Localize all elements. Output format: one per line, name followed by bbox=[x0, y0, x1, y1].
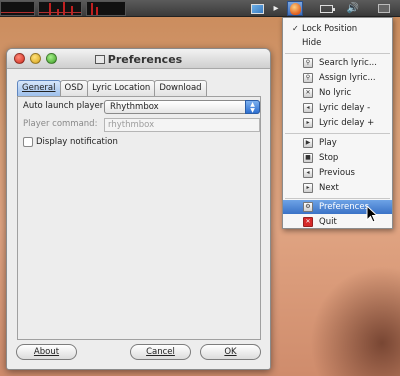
tab-download[interactable]: Download bbox=[154, 80, 207, 96]
menu-item-label: Play bbox=[319, 138, 337, 148]
checkbox-box[interactable] bbox=[23, 137, 33, 147]
window-title-text: Preferences bbox=[107, 53, 183, 66]
auto-launch-player-select[interactable]: Rhythmbox ▲ ▼ bbox=[104, 100, 260, 114]
system-monitor-graph[interactable] bbox=[86, 1, 126, 16]
title-bar[interactable]: Preferences bbox=[7, 49, 270, 69]
graph-line bbox=[1, 12, 34, 13]
button-label: Cancel bbox=[146, 347, 175, 357]
volume-icon[interactable]: 🔊 bbox=[345, 1, 361, 16]
forward-icon: ▸ bbox=[303, 118, 313, 128]
menu-item-label: Quit bbox=[319, 217, 337, 227]
graph-spike bbox=[63, 2, 65, 15]
mouse-cursor-icon bbox=[366, 205, 379, 223]
menu-item-assign-lyric[interactable]: ⚲ Assign lyric... bbox=[283, 71, 392, 85]
rewind-icon: ◂ bbox=[303, 103, 313, 113]
menu-item-no-lyric[interactable]: ✕ No lyric bbox=[283, 86, 392, 100]
top-panel: ▸ 🔊 bbox=[0, 0, 400, 17]
select-value: Rhythmbox bbox=[110, 102, 159, 112]
system-monitor-graph[interactable] bbox=[0, 1, 35, 16]
menu-item-label: Lyric delay - bbox=[319, 103, 371, 113]
menu-item-hide[interactable]: Hide bbox=[283, 36, 392, 50]
no-lyric-icon: ✕ bbox=[303, 88, 313, 98]
menu-item-label: No lyric bbox=[319, 88, 352, 98]
menu-item-next[interactable]: ▸ Next bbox=[283, 181, 392, 195]
arrow-icon[interactable]: ▸ bbox=[268, 1, 284, 16]
menu-item-label: Search lyric... bbox=[319, 58, 377, 68]
graph-line bbox=[39, 12, 81, 13]
play-icon: ▶ bbox=[303, 138, 313, 148]
menu-item-label: Next bbox=[319, 183, 339, 193]
menu-item-search-lyric[interactable]: ⚲ Search lyric... bbox=[283, 56, 392, 70]
graph-spike bbox=[96, 7, 98, 15]
checkbox-label: Display notification bbox=[36, 137, 118, 147]
tab-label: Lyric Location bbox=[92, 83, 151, 93]
previous-icon: ◂ bbox=[303, 168, 313, 178]
menu-item-lyric-delay-plus[interactable]: ▸ Lyric delay + bbox=[283, 116, 392, 130]
menu-item-label: Hide bbox=[302, 38, 322, 48]
menu-separator bbox=[285, 133, 390, 134]
window-icon bbox=[94, 55, 105, 64]
tray-context-menu: ✓ Lock Position Hide ⚲ Search lyric... ⚲… bbox=[282, 17, 393, 229]
mail-icon[interactable] bbox=[376, 1, 392, 16]
graph-spike bbox=[49, 3, 51, 15]
system-monitor-graph[interactable] bbox=[38, 1, 82, 16]
updown-arrow-icon: ▲ ▼ bbox=[245, 100, 260, 114]
auto-launch-label: Auto launch player: bbox=[23, 101, 106, 111]
button-label: OK bbox=[224, 347, 237, 357]
menu-item-label: Previous bbox=[319, 168, 355, 178]
tab-osd[interactable]: OSD bbox=[59, 80, 89, 96]
preferences-icon: ⚙ bbox=[303, 202, 313, 212]
player-command-label: Player command: bbox=[23, 119, 98, 129]
menu-separator bbox=[285, 53, 390, 54]
tab-label: OSD bbox=[64, 83, 84, 93]
menu-separator bbox=[285, 198, 390, 199]
tab-label: Download bbox=[159, 83, 202, 93]
battery-icon[interactable] bbox=[318, 1, 335, 16]
ok-button[interactable]: OK bbox=[200, 344, 261, 360]
tab-lyric-location[interactable]: Lyric Location bbox=[87, 80, 156, 96]
tab-bar: General OSD Lyric Location Download bbox=[17, 80, 207, 96]
menu-item-label: Lock Position bbox=[302, 24, 358, 34]
wallpaper-shadow bbox=[310, 266, 400, 376]
tab-general[interactable]: General bbox=[17, 80, 61, 96]
cancel-button[interactable]: Cancel bbox=[130, 344, 191, 360]
menu-item-play[interactable]: ▶ Play bbox=[283, 136, 392, 150]
picture-icon[interactable] bbox=[249, 1, 265, 16]
menu-item-stop[interactable]: ■ Stop bbox=[283, 151, 392, 165]
menu-item-label: Preferences bbox=[319, 202, 369, 212]
tab-label: General bbox=[22, 83, 56, 93]
stop-icon: ■ bbox=[303, 153, 313, 163]
check-icon: ✓ bbox=[292, 24, 299, 33]
general-pane: Auto launch player: Rhythmbox ▲ ▼ Player … bbox=[17, 96, 261, 340]
about-button[interactable]: About bbox=[16, 344, 77, 360]
button-label: About bbox=[33, 347, 60, 357]
preferences-window: Preferences General OSD Lyric Location D… bbox=[6, 48, 271, 370]
menu-item-label: Lyric delay + bbox=[319, 118, 375, 128]
menu-item-label: Stop bbox=[319, 153, 339, 163]
menu-item-lock-position[interactable]: ✓ Lock Position bbox=[283, 22, 392, 36]
quit-icon: ✕ bbox=[303, 217, 313, 227]
window-title: Preferences bbox=[7, 53, 270, 66]
assign-icon: ⚲ bbox=[303, 73, 313, 83]
lyric-logo-icon[interactable] bbox=[287, 1, 303, 16]
search-icon: ⚲ bbox=[303, 58, 313, 68]
menu-item-label: Assign lyric... bbox=[319, 73, 376, 83]
display-notification-checkbox[interactable]: Display notification bbox=[23, 137, 118, 147]
graph-spike bbox=[71, 6, 73, 15]
next-icon: ▸ bbox=[303, 183, 313, 193]
menu-item-lyric-delay-minus[interactable]: ◂ Lyric delay - bbox=[283, 101, 392, 115]
menu-item-previous[interactable]: ◂ Previous bbox=[283, 166, 392, 180]
graph-spike bbox=[91, 3, 93, 15]
player-command-input[interactable]: rhythmbox bbox=[104, 118, 260, 132]
